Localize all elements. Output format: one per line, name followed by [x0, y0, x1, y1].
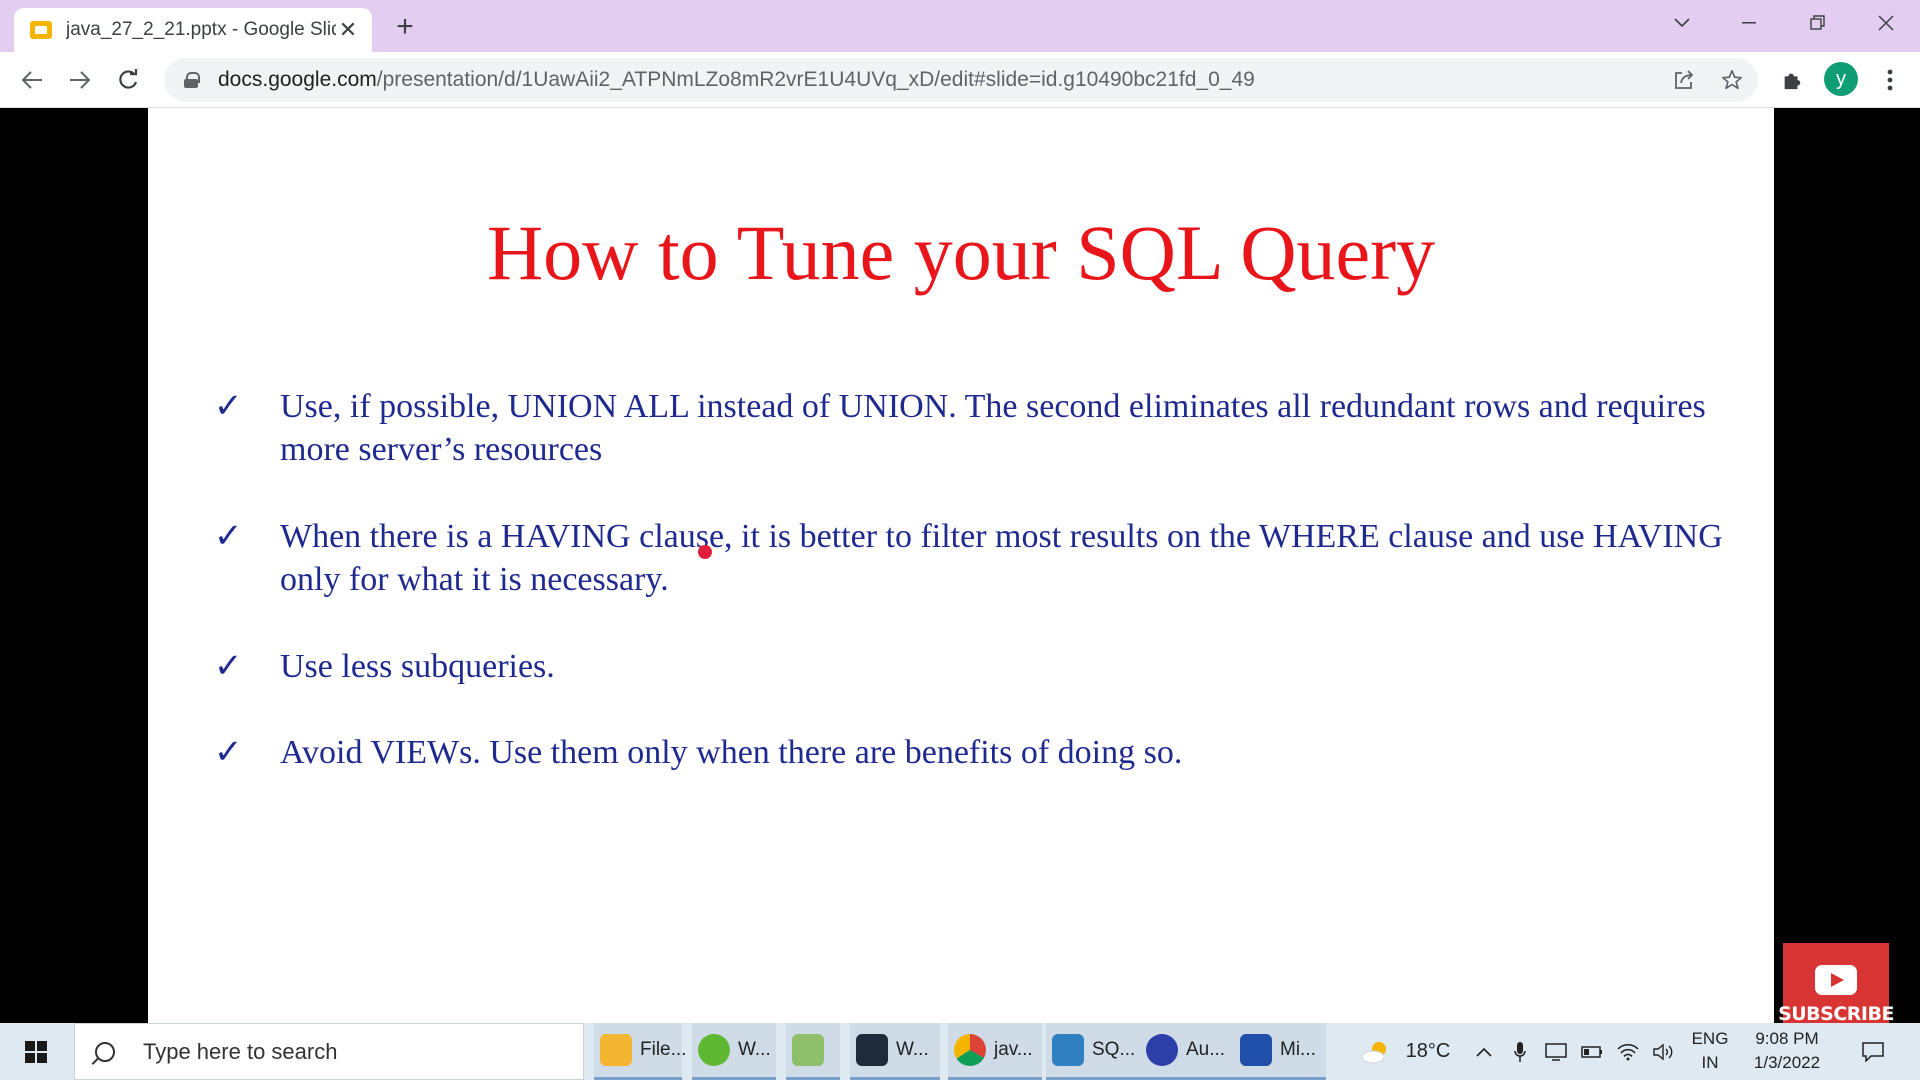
region-code: IN [1701, 1053, 1719, 1072]
taskbar-search[interactable]: Type here to search [74, 1023, 584, 1080]
url-domain: docs.google.com [218, 68, 377, 91]
terminal-icon [856, 1034, 888, 1066]
profile-avatar[interactable]: y [1824, 62, 1858, 96]
chevron-up-icon[interactable] [1470, 1023, 1498, 1080]
new-tab-button[interactable]: + [390, 10, 420, 43]
taskbar-app-label: W... [738, 1039, 771, 1060]
taskbar: Type here to search File... W... W... ja… [0, 1023, 1920, 1080]
close-tab-icon[interactable]: ✕ [336, 17, 360, 42]
clock-time: 9:08 PM [1755, 1029, 1819, 1048]
taskbar-app-label: File... [640, 1039, 687, 1060]
share-icon[interactable] [1668, 64, 1700, 96]
menu-kebab-icon[interactable] [1874, 64, 1906, 96]
taskbar-app-terminal[interactable]: W... [850, 1023, 940, 1080]
weather-icon[interactable] [1356, 1023, 1396, 1080]
taskbar-app-label: SQ... [1092, 1039, 1136, 1060]
volume-icon[interactable] [1650, 1023, 1678, 1080]
taskbar-app-label: W... [896, 1039, 929, 1060]
slide-title: How to Tune your SQL Query [486, 209, 1436, 296]
display-icon[interactable] [1542, 1023, 1570, 1080]
notepad-icon [792, 1034, 824, 1066]
youtube-play-icon [1815, 965, 1857, 995]
check-icon: ✓ [214, 734, 243, 771]
check-icon: ✓ [214, 648, 243, 685]
check-icon: ✓ [214, 518, 243, 555]
taskbar-app-file-explorer[interactable]: File... [594, 1023, 686, 1080]
bookmark-star-icon[interactable] [1716, 64, 1748, 96]
restore-icon[interactable] [1796, 8, 1840, 38]
bullet-text: Use less subqueries. [280, 648, 555, 685]
tab-search-icon[interactable] [1660, 8, 1704, 38]
input-language[interactable]: ENG IN [1688, 1027, 1732, 1075]
extensions-icon[interactable] [1776, 64, 1808, 96]
bullet-text: Avoid VIEWs. Use them only when there ar… [280, 734, 1183, 771]
taskbar-app-spring[interactable]: W... [692, 1023, 776, 1080]
lock-icon [184, 72, 200, 88]
bullet-text: Use, if possible, UNION ALL instead of U… [280, 388, 1706, 468]
url-path: /presentation/d/1UawAii2_ATPNmLZo8mR2vrE… [376, 68, 1255, 91]
tab-strip: java_27_2_21.pptx - Google Slides ✕ + [0, 0, 1920, 52]
clock[interactable]: 9:08 PM 1/3/2022 [1740, 1027, 1834, 1075]
tab-title: java_27_2_21.pptx - Google Slides [66, 19, 336, 40]
slide[interactable]: How to Tune your SQL Query ✓ Use, if pos… [148, 108, 1774, 1023]
taskbar-app-chrome[interactable]: jav... [948, 1023, 1042, 1080]
audacity-icon [1146, 1034, 1178, 1066]
bullet-item: ✓ Use less subqueries. [210, 645, 1730, 688]
mysql-icon [1052, 1034, 1084, 1066]
taskbar-app-audacity[interactable]: Au... [1140, 1023, 1234, 1080]
microphone-icon[interactable] [1506, 1023, 1534, 1080]
taskbar-app-whiteboard[interactable]: Mi... [1234, 1023, 1326, 1080]
chrome-icon [954, 1034, 986, 1066]
language-code: ENG [1691, 1029, 1729, 1048]
taskbar-app-label: jav... [994, 1039, 1033, 1060]
url-text: docs.google.com/presentation/d/1UawAii2_… [218, 68, 1255, 92]
battery-icon[interactable] [1578, 1023, 1606, 1080]
spring-icon [698, 1034, 730, 1066]
browser-toolbar: docs.google.com/presentation/d/1UawAii2_… [0, 52, 1920, 108]
address-bar[interactable]: docs.google.com/presentation/d/1UawAii2_… [164, 58, 1758, 102]
check-icon: ✓ [214, 388, 243, 425]
subscribe-label: SUBSCRIBE [1778, 1003, 1894, 1025]
forward-icon[interactable] [64, 64, 96, 96]
weather-temperature[interactable]: 18°C [1398, 1023, 1458, 1080]
wifi-icon[interactable] [1614, 1023, 1642, 1080]
clock-date: 1/3/2022 [1753, 1053, 1821, 1072]
start-button[interactable] [0, 1023, 72, 1080]
search-icon [95, 1041, 115, 1062]
back-icon[interactable] [16, 64, 48, 96]
whiteboard-icon [1240, 1034, 1272, 1066]
taskbar-app-label: Au... [1186, 1039, 1226, 1060]
folder-icon [600, 1034, 632, 1066]
notifications-icon[interactable] [1856, 1023, 1890, 1080]
bullet-item: ✓ Use, if possible, UNION ALL instead of… [210, 385, 1730, 471]
taskbar-app-mysql[interactable]: SQ... [1046, 1023, 1140, 1080]
browser-tab[interactable]: java_27_2_21.pptx - Google Slides ✕ [14, 8, 372, 52]
bullet-item: ✓ When there is a HAVING clause, it is b… [210, 515, 1730, 601]
taskbar-app-label: Mi... [1280, 1039, 1316, 1060]
windows-icon [25, 1040, 47, 1063]
minimize-icon[interactable] [1727, 8, 1771, 38]
close-window-icon[interactable] [1864, 8, 1908, 38]
taskbar-app-notepad[interactable] [786, 1023, 840, 1080]
bullet-item: ✓ Avoid VIEWs. Use them only when there … [210, 731, 1730, 774]
search-placeholder: Type here to search [143, 1038, 338, 1064]
bullet-text: When there is a HAVING clause, it is bet… [280, 518, 1723, 598]
laser-pointer-dot [698, 545, 712, 559]
slides-icon [30, 21, 52, 39]
reload-icon[interactable] [112, 64, 144, 96]
presentation-stage: How to Tune your SQL Query ✓ Use, if pos… [0, 108, 1920, 1023]
